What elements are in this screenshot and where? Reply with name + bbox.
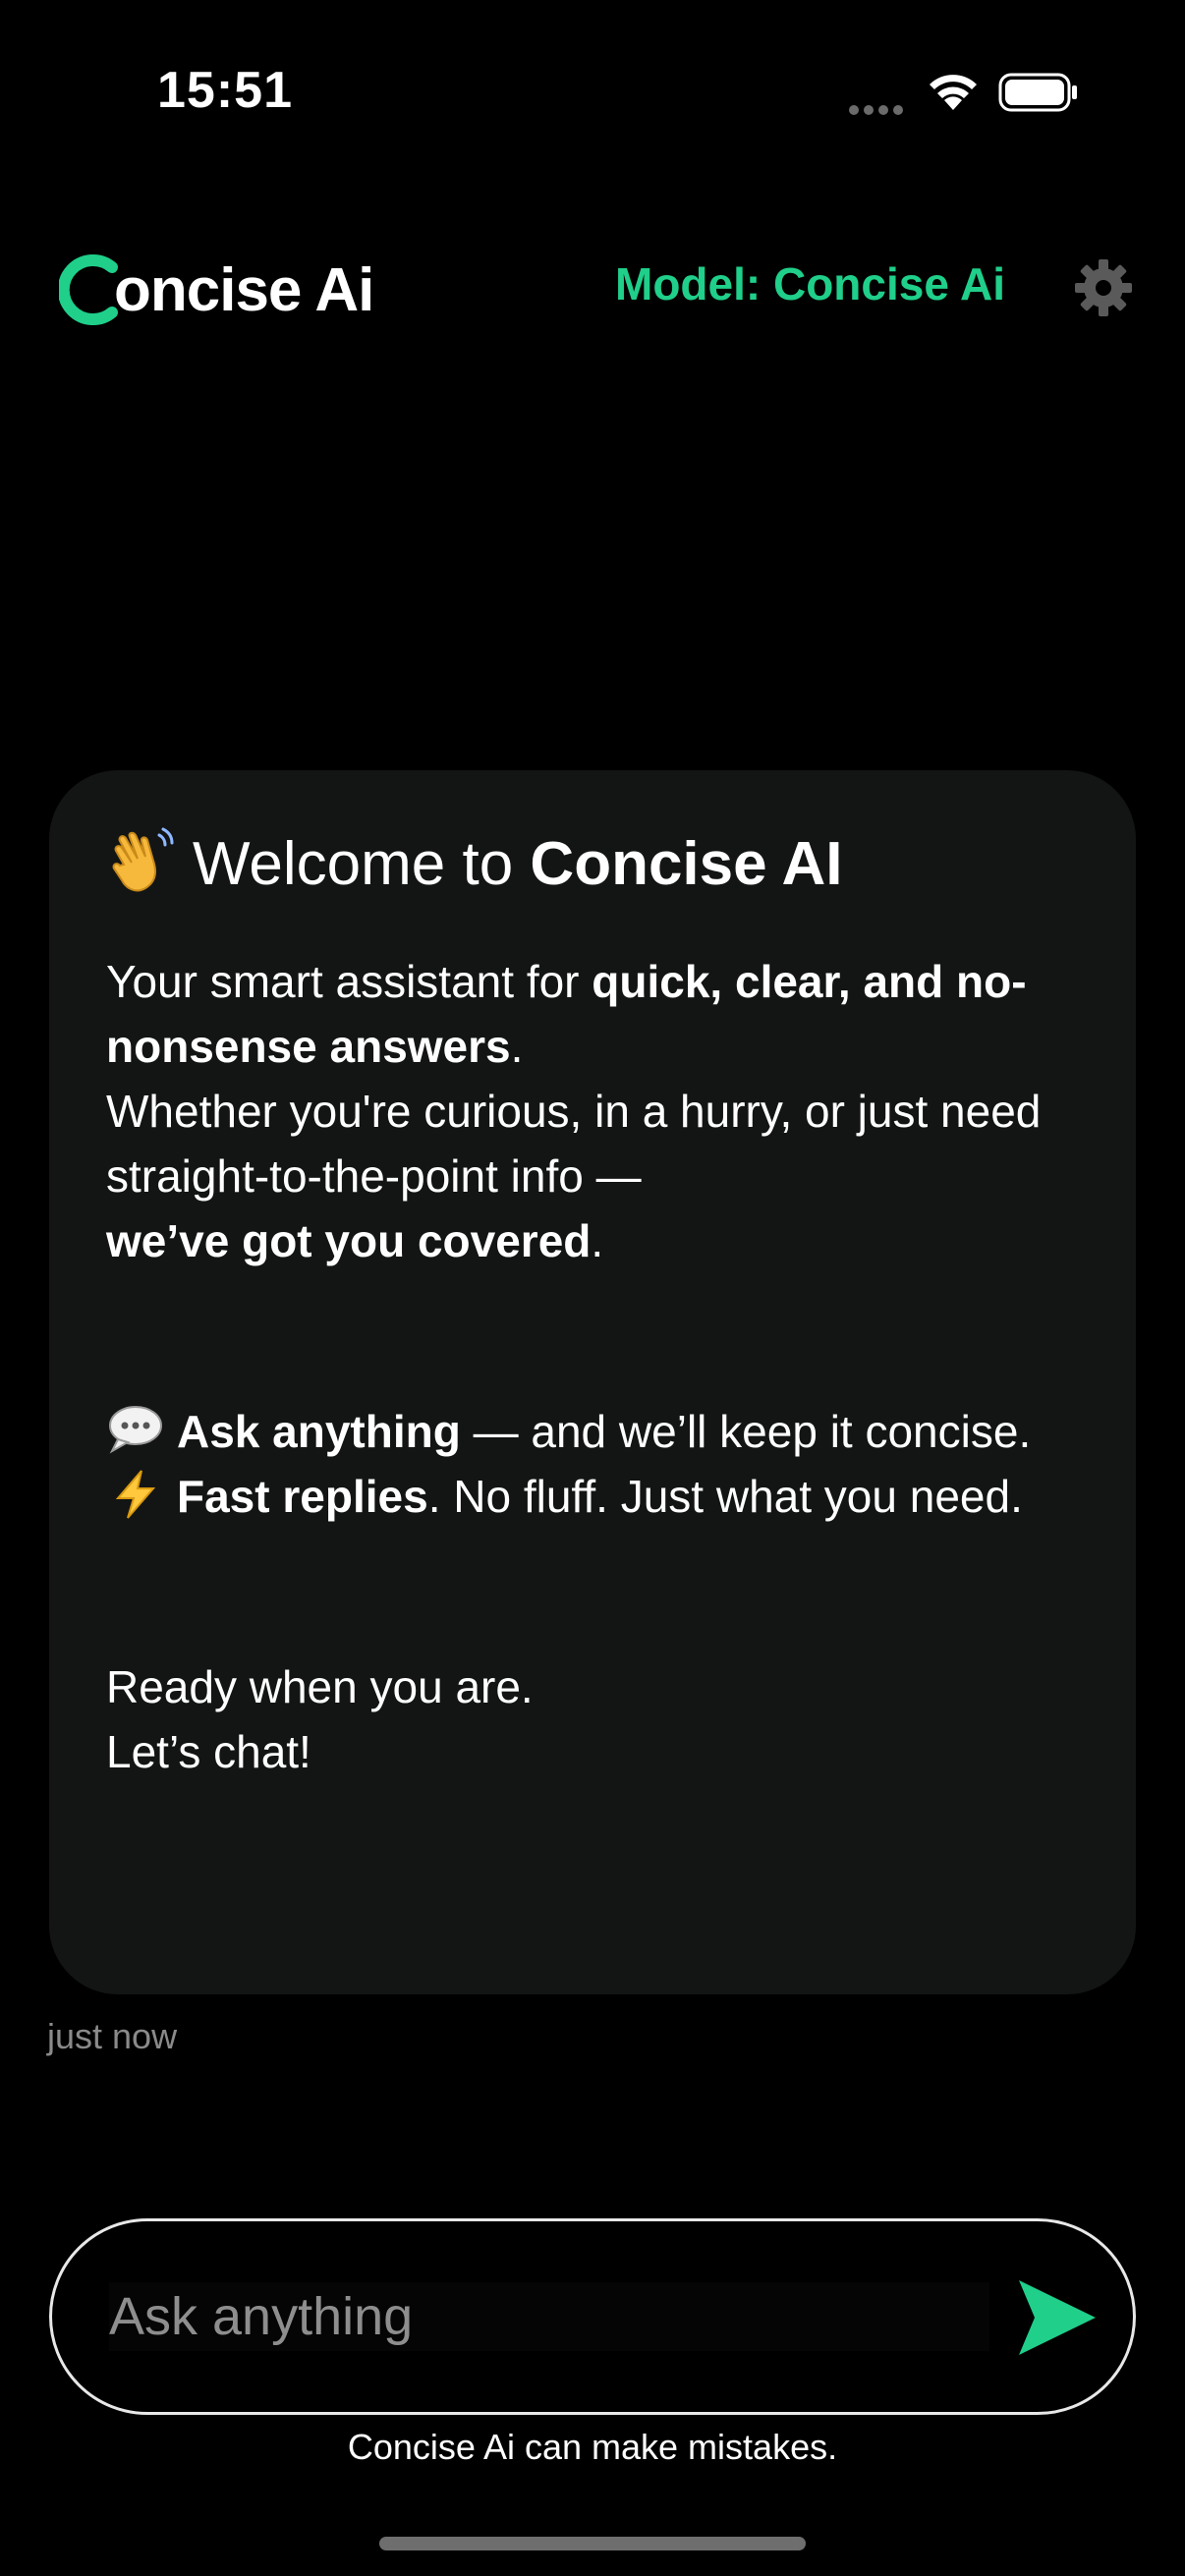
speech-bubble-icon	[109, 1406, 162, 1454]
send-button[interactable]	[1015, 2276, 1100, 2359]
closing-line-1: Ready when you are.	[106, 1661, 534, 1712]
intro-covered: we’ve got you covered	[106, 1215, 592, 1266]
status-bar: 15:51	[0, 0, 1185, 187]
welcome-title: Welcome to Concise AI	[106, 825, 1079, 904]
features-list: Ask anything — and we’ll keep it concise…	[106, 1399, 1079, 1529]
home-indicator[interactable]	[379, 2537, 806, 2550]
status-time: 15:51	[157, 62, 293, 119]
gear-icon	[1075, 259, 1132, 316]
welcome-title-brand: Concise AI	[530, 830, 843, 898]
disclaimer: Concise Ai can make mistakes.	[347, 2427, 838, 2467]
intro-text: Your smart assistant for	[106, 956, 592, 1007]
chat-input[interactable]	[109, 2282, 989, 2351]
welcome-message: Welcome to Concise AI Your smart assista…	[49, 770, 1136, 1994]
waving-hand-icon	[112, 827, 174, 892]
intro-paragraph: Your smart assistant for quick, clear, a…	[106, 949, 1079, 1273]
model-selector[interactable]: Model: Concise Ai	[615, 257, 1005, 310]
app-logo: oncise Ai	[59, 246, 374, 334]
send-icon	[1019, 2280, 1096, 2355]
chat-composer	[49, 2218, 1136, 2415]
cellular-signal-icon	[849, 102, 908, 115]
closing-line-2: Let’s chat!	[106, 1726, 311, 1777]
closing-paragraph: Ready when you are. Let’s chat!	[106, 1654, 1079, 1784]
intro-detail: Whether you're curious, in a hurry, or j…	[106, 1086, 1042, 1202]
lightning-icon	[115, 1470, 156, 1519]
intro-period: .	[510, 1021, 524, 1072]
feature-ask-text: — and we’ll keep it concise.	[460, 1406, 1032, 1457]
wifi-icon	[930, 75, 977, 110]
message-timestamp: just now	[47, 2016, 178, 2056]
welcome-title-prefix: Welcome to	[193, 830, 531, 898]
battery-icon	[998, 73, 1077, 112]
intro-covered-period: .	[591, 1215, 604, 1266]
feature-fast-text: . No fluff. Just what you need.	[427, 1471, 1023, 1522]
feature-ask-title: Ask anything	[177, 1406, 461, 1457]
logo-text: oncise Ai	[114, 255, 374, 324]
app-header: oncise Ai Model: Concise Ai	[0, 236, 1185, 344]
settings-button[interactable]	[1071, 255, 1136, 320]
feature-fast-title: Fast replies	[177, 1471, 428, 1522]
